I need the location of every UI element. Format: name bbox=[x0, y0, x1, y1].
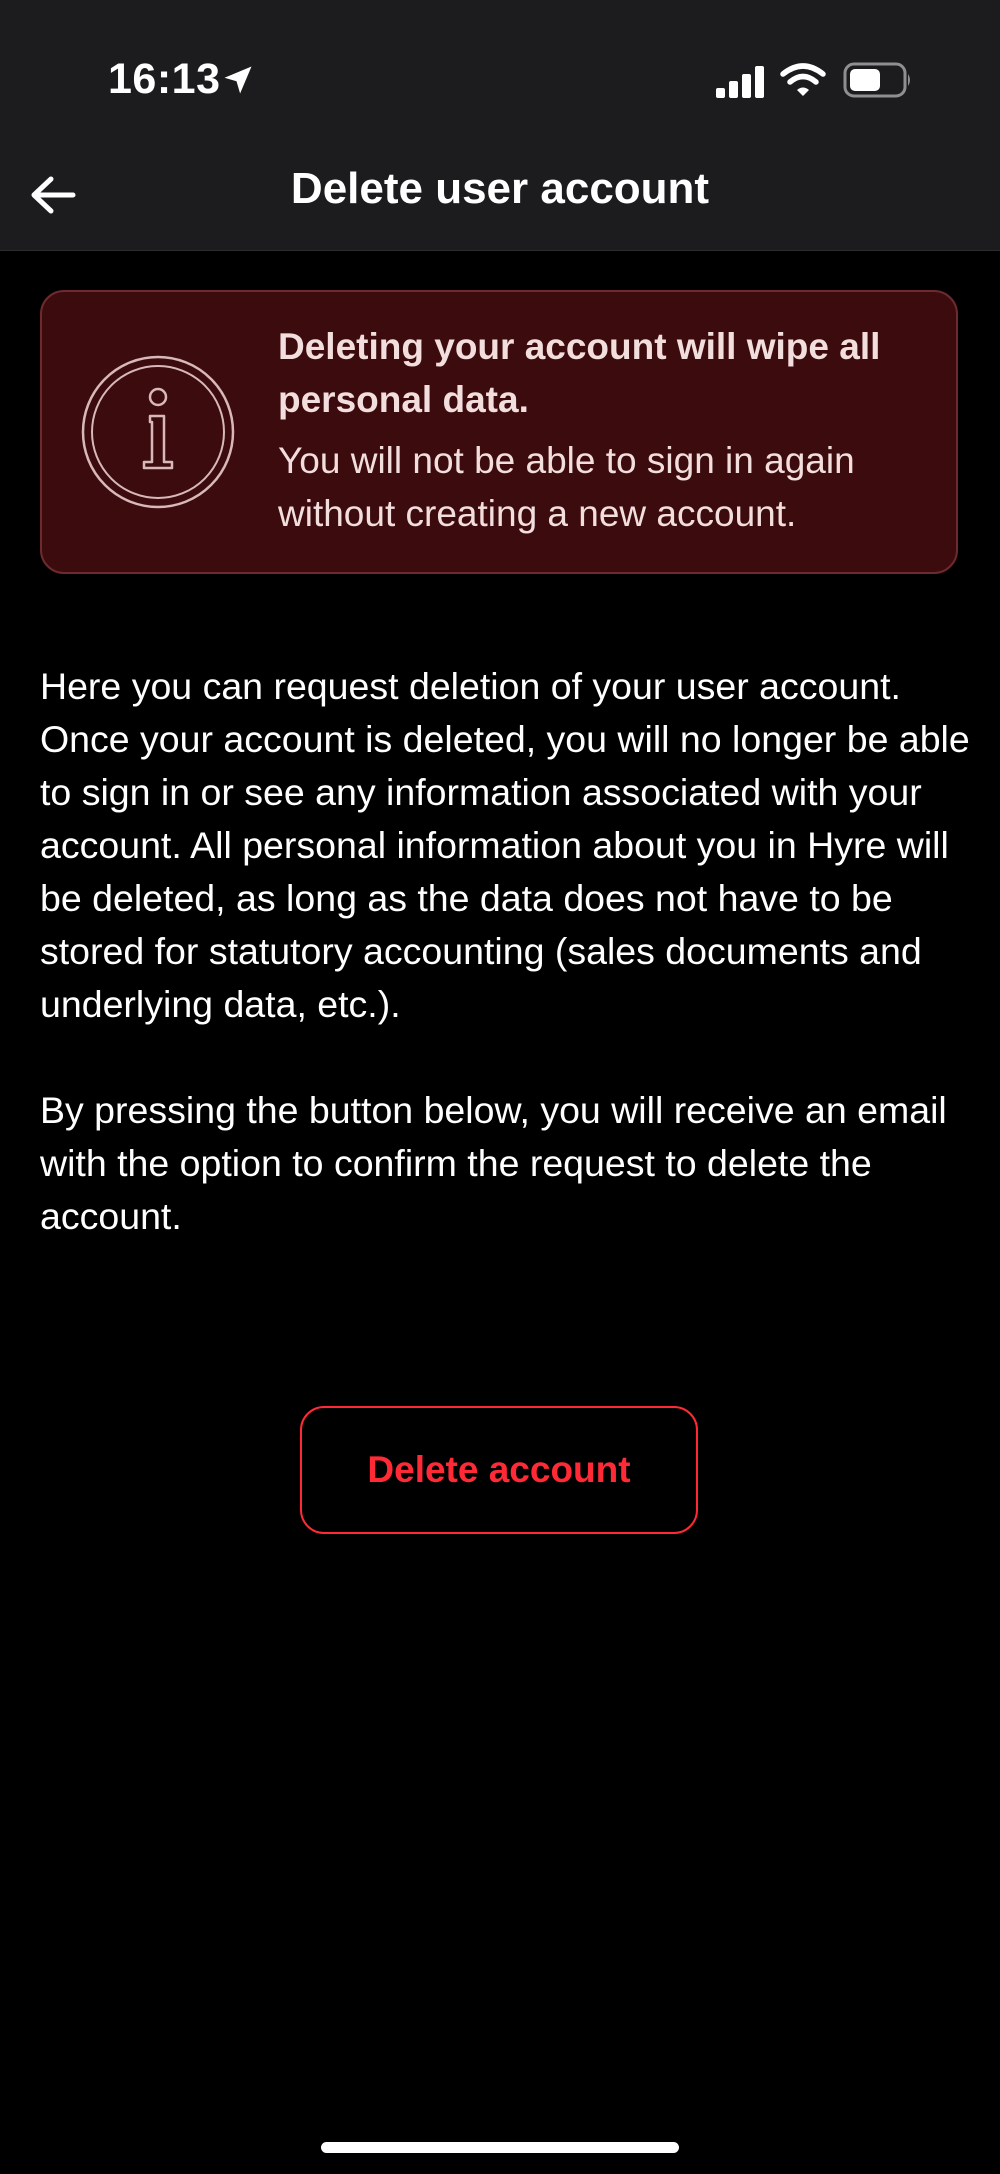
wifi-icon bbox=[780, 63, 826, 96]
status-time: 16:13 bbox=[108, 55, 221, 103]
info-icon bbox=[81, 355, 235, 509]
page-title: Delete user account bbox=[290, 164, 710, 213]
description-paragraph: Here you can request deletion of your us… bbox=[40, 665, 970, 1025]
warning-text: Deleting your account will wipe all pers… bbox=[278, 320, 938, 540]
battery-icon bbox=[843, 62, 910, 98]
description-paragraph: By pressing the button below, you will r… bbox=[40, 1089, 947, 1237]
top-area: 16:13 Delete user account bbox=[0, 0, 1000, 251]
delete-account-button[interactable]: Delete account bbox=[300, 1406, 698, 1534]
navigation-bar: Delete user account bbox=[0, 140, 1000, 250]
status-bar: 16:13 bbox=[0, 0, 1000, 160]
cellular-signal-icon bbox=[716, 66, 764, 98]
warning-title: Deleting your account will wipe all pers… bbox=[278, 326, 881, 420]
location-arrow-icon bbox=[224, 66, 252, 94]
warning-banner: Deleting your account will wipe all pers… bbox=[40, 290, 958, 574]
home-indicator bbox=[321, 2142, 679, 2153]
description: Here you can request deletion of your us… bbox=[40, 660, 970, 1296]
warning-body: You will not be able to sign in again wi… bbox=[278, 440, 855, 534]
